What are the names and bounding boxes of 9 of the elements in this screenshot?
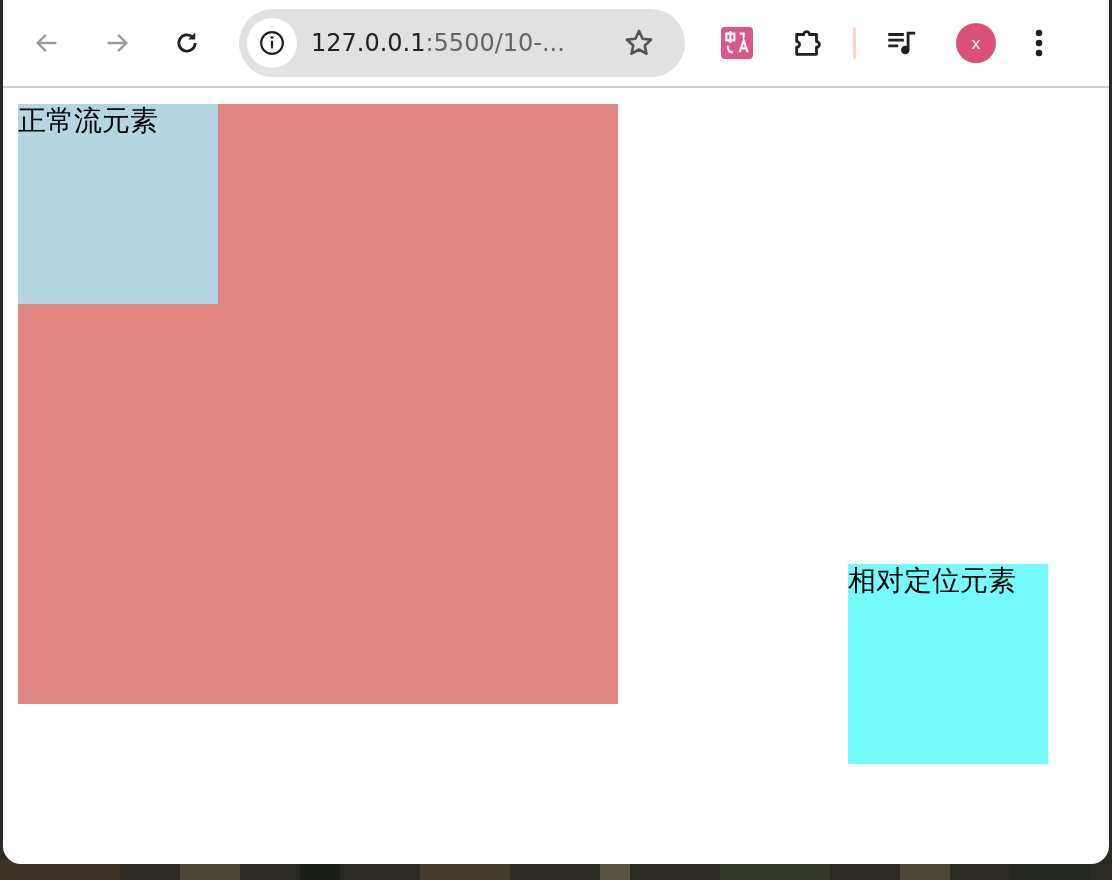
box-label: 相对定位元素	[848, 564, 1016, 598]
profile-avatar[interactable]: x	[956, 23, 996, 63]
info-icon[interactable]	[259, 30, 285, 56]
url-text: 127.0.0.1:5500/10-...	[311, 29, 566, 57]
translate-icon[interactable]	[721, 27, 753, 59]
info-button[interactable]	[247, 18, 297, 68]
menu-icon[interactable]	[1034, 27, 1044, 59]
box-label: 正常流元素	[18, 104, 158, 138]
address-bar[interactable]: 127.0.0.1:5500/10-...	[239, 9, 685, 77]
